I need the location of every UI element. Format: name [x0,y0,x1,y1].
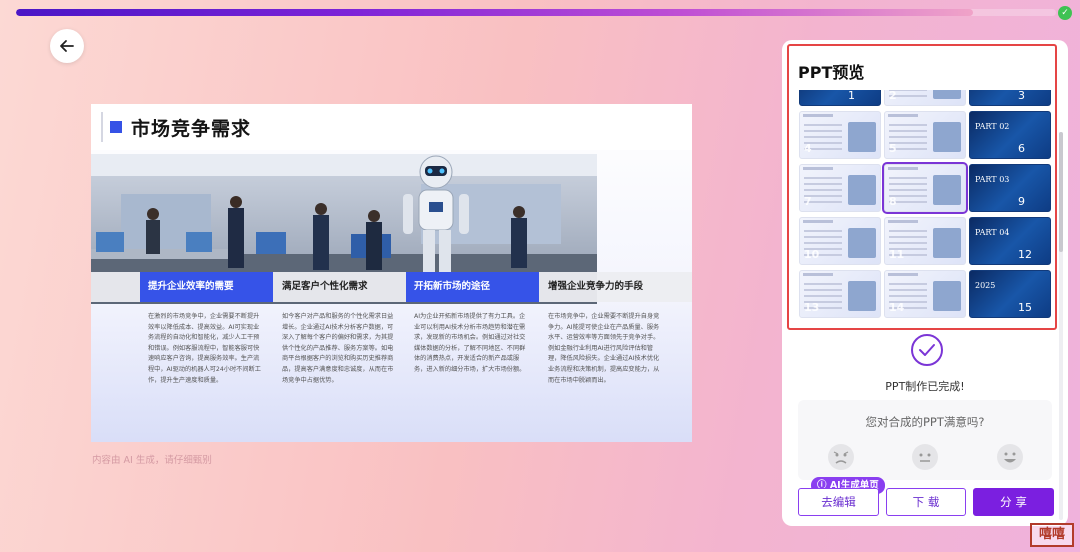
arrow-left-icon [60,40,74,52]
slide-thumbnail[interactable]: PART 03 9 [969,164,1051,212]
slide-thumbnail[interactable]: 14 [884,270,966,318]
slide-thumbnail-hdr [888,167,918,170]
slide-thumbnail[interactable]: 1 [799,90,881,106]
back-button[interactable] [50,29,84,63]
check-icon: ✓ [1058,6,1072,20]
slide-section-body: 如今客户对产品和服务的个性化需求日益增长。企业通过AI技术分析客户数据，可深入了… [282,313,394,384]
thumbnail-grid: 1 2 3 4 5 PART 02 6 7 8 PART 03 9 10 11 PART 04 12 13 14… [799,90,1053,324]
slide-thumbnail-pic [848,122,876,152]
panel-scrollbar[interactable] [1059,132,1063,520]
slide-thumbnail[interactable]: 2 [884,90,966,106]
slide-thumbnail-caption: PART 02 [975,122,1010,131]
slide-thumbnail-hdr [888,220,918,223]
slide-thumbnail-number: 6 [1018,142,1025,155]
slide-thumbnail-pic [848,175,876,205]
slide-title-accent-line [101,112,103,142]
progress-bar [16,9,1056,16]
ppt-side-panel: PPT预览 1 2 3 4 5 PART 02 6 7 8 PART 03 9 10 11 PART 04… [782,40,1068,526]
slide-thumbnail-hdr [803,273,833,276]
slide-title: 市场竞争需求 [131,118,252,140]
watermark-seal: 嘻嘻 [1030,523,1074,547]
happy-face-icon[interactable] [997,444,1023,470]
slide-section-body: 在激烈的市场竞争中，企业需要不断提升效率以降低成本、提高效益。AI可实现业务流程… [148,313,261,384]
slide-preview: 市场竞争需求 提升企业效率的需要 满足客户个性化需求 开拓新市场的途径 增强企业… [91,104,692,442]
slide-thumbnail[interactable]: 2025 15 [969,270,1051,318]
slide-thumbnail[interactable]: 3 [969,90,1051,106]
share-button[interactable]: 分 享 [973,488,1054,516]
slide-thumbnail-caption: PART 03 [975,175,1010,184]
slide-thumbnail-number: 3 [1018,90,1025,102]
slide-title-bar: 市场竞争需求 [91,104,692,150]
slide-thumbnail-pic [848,228,876,258]
slide-thumbnail-hdr [888,114,918,117]
slide-thumbnail-hdr [888,273,918,276]
slide-section-heading: 提升企业效率的需要 [140,272,273,302]
slide-thumbnail[interactable]: 11 [884,217,966,265]
slide-section-heading: 增强企业竞争力的手段 [548,281,644,292]
slide-thumbnail-hdr [803,220,833,223]
progress-bar-fill [16,9,973,16]
slide-thumbnail[interactable]: 4 [799,111,881,159]
slide-thumbnail[interactable]: 13 [799,270,881,318]
satisfaction-survey: 您对合成的PPT满意吗? [798,400,1052,480]
slide-thumbnail-number: 5 [889,142,897,155]
slide-thumbnail-number: 1 [848,90,855,102]
slide-thumbnail-pic [933,228,961,258]
slide-thumbnail-number: 13 [804,301,820,314]
slide-title-square-icon [110,121,122,133]
slide-thumbnail-number: 14 [889,301,905,314]
slide-thumbnail-pic [933,281,961,311]
slide-thumbnail[interactable]: 5 [884,111,966,159]
done-check-icon [911,334,943,366]
slide-thumbnail[interactable]: 8 [882,162,968,214]
done-message: PPT制作已完成! [885,380,965,393]
slide-section-heading: 开拓新市场的途径 [406,272,539,302]
slide-thumbnail-number: 12 [1018,248,1032,261]
slide-thumbnail-caption: PART 04 [975,228,1010,237]
slide-thumbnail-number: 2 [889,90,897,102]
slide-thumbnail-number: 10 [804,248,820,261]
survey-question: 您对合成的PPT满意吗? [865,415,985,429]
slide-thumbnail-number: 15 [1018,301,1032,314]
slide-section-body: 在市场竞争中，企业需要不断提升自身竞争力。AI能提可使企业在产品质量、服务水平、… [548,313,660,384]
slide-thumbnail-hdr [803,114,833,117]
ppt-preview-box: PPT预览 1 2 3 4 5 PART 02 6 7 8 PART 03 9 10 11 PART 04… [787,44,1057,330]
edit-button[interactable]: 去编辑 [798,488,879,516]
slide-section-heading: 满足客户个性化需求 [282,281,368,292]
slide-section-body: AI为企业开拓新市场提供了有力工具。企业可以利用AI技术分析市场趋势和潜在需求，… [414,313,526,373]
slide-thumbnail-number: 7 [804,195,812,208]
slide-thumbnail-caption: 2025 [975,281,996,290]
slide-thumbnail-number: 11 [889,248,905,261]
slide-thumbnail[interactable]: 7 [799,164,881,212]
slide-thumbnail-pic [933,122,961,152]
slide-thumbnail-number: 9 [1018,195,1025,208]
slide-thumbnail[interactable]: PART 02 6 [969,111,1051,159]
download-button[interactable]: 下 载 [886,488,966,516]
slide-thumbnail-number: 4 [804,142,812,155]
neutral-face-icon[interactable] [912,444,938,470]
slide-thumbnail-hdr [803,167,833,170]
slide-thumbnail[interactable]: PART 04 12 [969,217,1051,265]
ai-disclaimer: 内容由 AI 生成，请仔细甄别 [92,455,212,466]
slide-thumbnail-pic [848,281,876,311]
slide-thumbnail[interactable]: 10 [799,217,881,265]
panel-scrollbar-thumb[interactable] [1059,132,1063,252]
unhappy-face-icon[interactable] [828,444,854,470]
slide-thumbnail-pic [933,175,961,205]
slide-thumbnail-pic [933,90,961,99]
slide-thumbnail-number: 8 [889,195,897,208]
preview-title: PPT预览 [798,63,865,82]
